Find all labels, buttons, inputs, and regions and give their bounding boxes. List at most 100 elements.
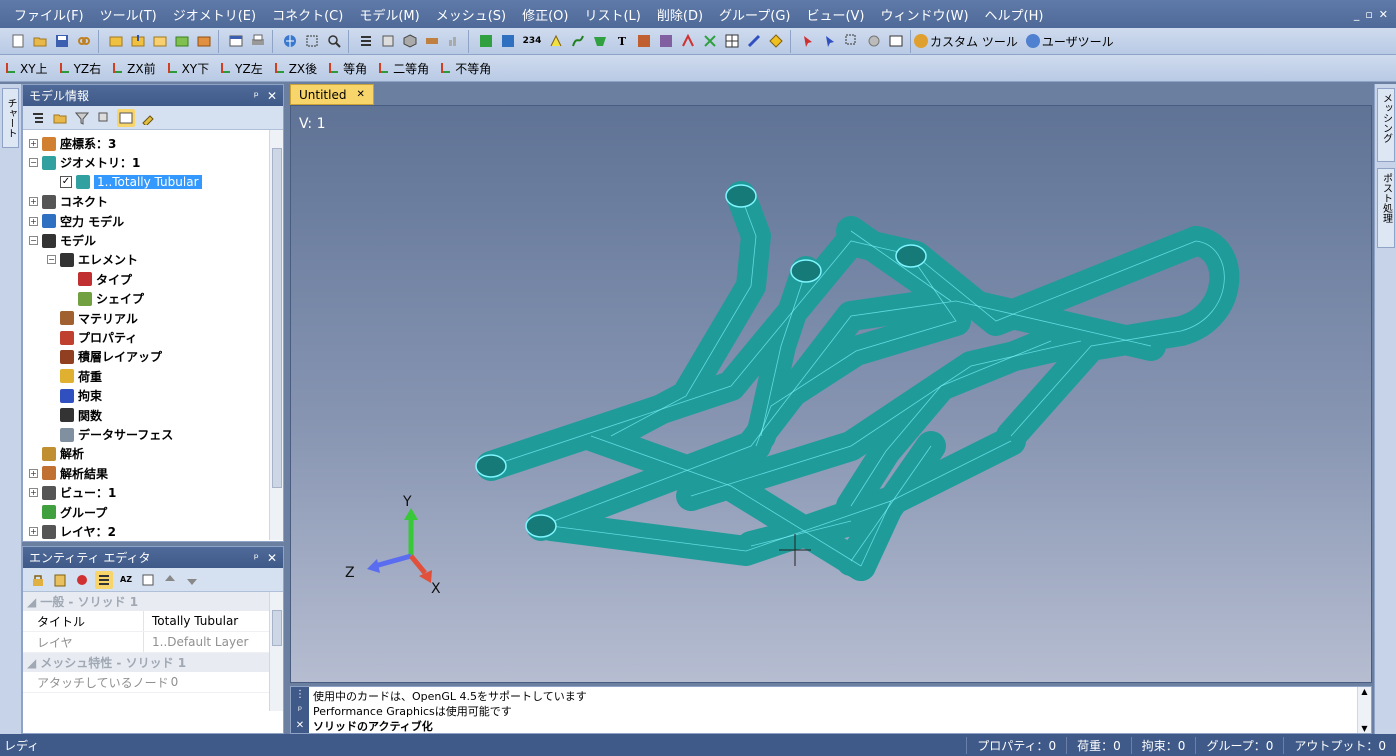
layer-icon[interactable] (379, 32, 397, 50)
pick-icon[interactable] (799, 32, 817, 50)
expand-icon[interactable]: + (29, 216, 38, 226)
reset-icon[interactable] (73, 571, 91, 589)
tree-options-icon[interactable] (29, 109, 47, 127)
view-yz-right-button[interactable]: YZ右 (58, 60, 101, 77)
tree-item[interactable]: + ビュー：1 (29, 483, 116, 502)
tree-item[interactable]: − モデル (29, 231, 96, 250)
tree-scrollbar[interactable] (269, 130, 283, 540)
menu-item-view[interactable]: ビュー(V) (798, 5, 872, 24)
export-icon[interactable] (129, 32, 147, 50)
property-category-general[interactable]: ◢ 一般 - ソリッド 1 (23, 592, 283, 611)
curve-icon[interactable] (569, 32, 587, 50)
tree-item[interactable]: ✓ 1..Totally Tubular (47, 173, 202, 192)
save-icon[interactable] (53, 32, 71, 50)
tree-item[interactable]: 拘束 (47, 386, 102, 405)
list-icon[interactable] (357, 32, 375, 50)
menu-item-model[interactable]: モデル(M) (351, 5, 427, 24)
menu-item-delete[interactable]: 削除(D) (649, 5, 711, 24)
tree-item[interactable]: + 座標系：3 (29, 134, 116, 153)
expand-icon[interactable]: + (29, 139, 38, 148)
geometry-canvas[interactable] (291, 106, 1372, 683)
collapse-icon[interactable]: − (47, 255, 56, 265)
filter-icon[interactable] (73, 109, 91, 127)
visibility-checkbox[interactable]: ✓ (60, 176, 72, 189)
copy-icon[interactable] (95, 109, 113, 127)
menu-item-connect[interactable]: コネクト(C) (264, 5, 351, 24)
entity-scrollbar[interactable] (269, 592, 283, 711)
menu-item-mesh[interactable]: メッシュ(S) (428, 5, 514, 24)
post-processing-tab[interactable]: ポスト処理 (1377, 168, 1395, 248)
window-icon[interactable] (227, 32, 245, 50)
material-icon[interactable] (635, 32, 653, 50)
property-icon[interactable] (657, 32, 675, 50)
categorized-icon[interactable] (95, 570, 113, 589)
close-icon[interactable]: ✕ (267, 551, 277, 565)
pick-add-icon[interactable] (821, 32, 839, 50)
open-folder-icon[interactable] (31, 32, 49, 50)
tree-item[interactable]: グループ (29, 503, 107, 522)
menu-item-modify[interactable]: 修正(O) (514, 5, 576, 24)
select-box-icon[interactable] (303, 32, 321, 50)
expand-icon[interactable]: + (29, 527, 38, 536)
tree-item[interactable]: − ジオメトリ：1 (29, 153, 140, 172)
tree-item[interactable]: 荷重 (47, 367, 102, 386)
scroll-up-icon[interactable]: ▲ (1358, 687, 1371, 696)
tree-item[interactable]: − エレメント (47, 250, 138, 269)
expand-icon[interactable]: + (29, 488, 38, 498)
globe-icon[interactable] (281, 32, 299, 50)
tree-item[interactable]: + レイヤ：2 (29, 522, 116, 540)
view-xy-bottom-button[interactable]: XY下 (166, 60, 209, 77)
zoom-icon[interactable] (325, 32, 343, 50)
message-scrollbar[interactable]: ▲ ▼ (1357, 687, 1371, 733)
grid-icon[interactable] (723, 32, 741, 50)
tree-item[interactable]: マテリアル (47, 309, 138, 328)
property-pages-icon[interactable] (139, 571, 157, 589)
tree-item[interactable]: 解析 (29, 444, 84, 463)
sort-az-icon[interactable]: AZ (117, 571, 135, 589)
pin-icon[interactable]: ᵖ (298, 705, 302, 716)
lock-icon[interactable] (29, 571, 47, 589)
mesh-icon[interactable] (477, 32, 495, 50)
tree-scrollbar-thumb[interactable] (272, 148, 282, 488)
expand-icon[interactable]: + (29, 197, 38, 207)
folder-icon[interactable] (51, 109, 69, 127)
grip-icon[interactable]: ⋮ (295, 689, 305, 700)
mesh-check-icon[interactable] (499, 32, 517, 50)
numbering-icon[interactable]: 234 (521, 32, 543, 50)
frame-icon[interactable] (887, 32, 905, 50)
menu-item-file[interactable]: ファイル(F) (6, 5, 92, 24)
property-row-attached-nodes[interactable]: アタッチしているノード 0 (23, 672, 283, 693)
scroll-down-icon[interactable]: ▼ (1358, 724, 1371, 733)
custom-tools-button[interactable]: カスタム ツール (914, 33, 1018, 50)
export-geometry-icon[interactable] (173, 32, 191, 50)
close-button[interactable]: ✕ (1379, 8, 1388, 21)
tree-item[interactable]: タイプ (65, 270, 132, 289)
units-icon[interactable] (423, 32, 441, 50)
view-isometric-button[interactable]: 等角 (327, 60, 367, 77)
meshing-tab[interactable]: メッシング (1377, 88, 1395, 162)
down-icon[interactable] (183, 571, 201, 589)
view-dimetric-button[interactable]: 二等角 (377, 60, 429, 77)
property-row-layer[interactable]: レイヤ 1..Default Layer (23, 632, 283, 653)
new-file-icon[interactable] (9, 32, 27, 50)
pin-icon[interactable]: ᵖ (254, 89, 259, 103)
property-value[interactable]: 1..Default Layer (143, 632, 248, 652)
tree-item[interactable]: 積層レイアップ (47, 347, 162, 366)
collapse-icon[interactable]: − (29, 158, 38, 168)
up-icon[interactable] (161, 571, 179, 589)
link-icon[interactable] (75, 32, 93, 50)
chart-icon[interactable] (445, 32, 463, 50)
analysis-icon[interactable] (195, 32, 213, 50)
tab-untitled[interactable]: Untitled ✕ (290, 84, 374, 105)
menu-item-window[interactable]: ウィンドウ(W) (873, 5, 977, 24)
menu-item-geometry[interactable]: ジオメトリ(E) (165, 5, 264, 24)
property-category-mesh[interactable]: ◢ メッシュ特性 - ソリッド 1 (23, 653, 283, 672)
print-icon[interactable] (249, 32, 267, 50)
element-icon[interactable] (679, 32, 697, 50)
entity-scrollbar-thumb[interactable] (272, 610, 282, 646)
close-icon[interactable]: ✕ (267, 89, 277, 103)
tab-close-icon[interactable]: ✕ (356, 89, 364, 100)
details-icon[interactable] (117, 108, 135, 127)
tree-item[interactable]: 関数 (47, 406, 102, 425)
text-icon[interactable]: T (613, 32, 631, 50)
